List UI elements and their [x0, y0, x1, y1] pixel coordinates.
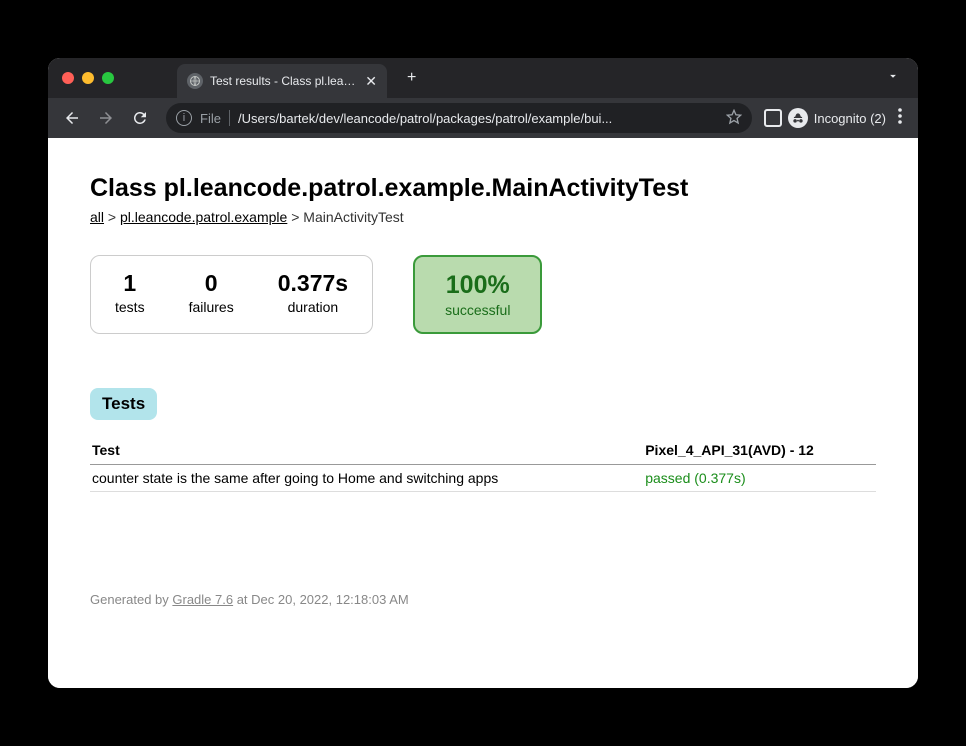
incognito-indicator[interactable]: Incognito (2) [788, 108, 886, 128]
col-test: Test [90, 436, 643, 465]
tab-title: Test results - Class pl.leancode [210, 74, 358, 88]
tab-bar: Test results - Class pl.leancode ✕ + [48, 58, 918, 98]
stat-duration-label: duration [278, 299, 348, 315]
stat-tests-value: 1 [115, 270, 145, 297]
browser-tab[interactable]: Test results - Class pl.leancode ✕ [177, 64, 387, 98]
maximize-window-button[interactable] [102, 72, 114, 84]
browser-window: Test results - Class pl.leancode ✕ + i F… [48, 58, 918, 688]
stat-tests-label: tests [115, 299, 145, 315]
stat-duration: 0.377s duration [278, 270, 348, 319]
incognito-label: Incognito (2) [814, 111, 886, 126]
col-device: Pixel_4_API_31(AVD) - 12 [643, 436, 876, 465]
stat-duration-value: 0.377s [278, 270, 348, 297]
breadcrumb-current: MainActivityTest [303, 209, 403, 225]
stat-tests: 1 tests [115, 270, 145, 319]
breadcrumb-package[interactable]: pl.leancode.patrol.example [120, 209, 287, 225]
stat-failures: 0 failures [189, 270, 234, 319]
stats-box: 1 tests 0 failures 0.377s duration [90, 255, 373, 334]
url-path: /Users/bartek/dev/leancode/patrol/packag… [238, 111, 718, 126]
page-title: Class pl.leancode.patrol.example.MainAct… [90, 174, 876, 203]
breadcrumb-all[interactable]: all [90, 209, 104, 225]
back-button[interactable] [58, 104, 86, 132]
table-header-row: Test Pixel_4_API_31(AVD) - 12 [90, 436, 876, 465]
tests-table: Test Pixel_4_API_31(AVD) - 12 counter st… [90, 436, 876, 492]
forward-button[interactable] [92, 104, 120, 132]
url-divider [229, 110, 230, 126]
window-controls [62, 72, 114, 84]
test-result: passed (0.377s) [643, 465, 876, 492]
globe-icon [187, 73, 203, 89]
close-tab-button[interactable]: ✕ [365, 73, 377, 90]
success-label: successful [445, 302, 510, 318]
minimize-window-button[interactable] [82, 72, 94, 84]
browser-menu-button[interactable] [892, 104, 908, 133]
stat-failures-value: 0 [189, 270, 234, 297]
address-bar[interactable]: i File /Users/bartek/dev/leancode/patrol… [166, 103, 752, 133]
incognito-icon [788, 108, 808, 128]
close-window-button[interactable] [62, 72, 74, 84]
test-name: counter state is the same after going to… [90, 465, 643, 492]
new-tab-button[interactable]: + [407, 69, 416, 87]
summary-row: 1 tests 0 failures 0.377s duration 100% … [90, 255, 876, 334]
table-row: counter state is the same after going to… [90, 465, 876, 492]
footer: Generated by Gradle 7.6 at Dec 20, 2022,… [90, 592, 876, 607]
site-info-icon[interactable]: i [176, 110, 192, 126]
stat-failures-label: failures [189, 299, 234, 315]
bookmark-star-icon[interactable] [726, 109, 742, 128]
breadcrumb: all > pl.leancode.patrol.example > MainA… [90, 209, 876, 225]
gradle-link[interactable]: Gradle 7.6 [172, 592, 233, 607]
tests-tab[interactable]: Tests [90, 388, 157, 420]
tabs-dropdown-button[interactable] [882, 65, 904, 92]
reload-button[interactable] [126, 104, 154, 132]
success-percent: 100% [445, 271, 510, 300]
page-content: Class pl.leancode.patrol.example.MainAct… [48, 138, 918, 688]
url-scheme: File [200, 111, 221, 126]
success-box: 100% successful [413, 255, 542, 334]
toolbar: i File /Users/bartek/dev/leancode/patrol… [48, 98, 918, 138]
reading-list-icon[interactable] [764, 109, 782, 127]
